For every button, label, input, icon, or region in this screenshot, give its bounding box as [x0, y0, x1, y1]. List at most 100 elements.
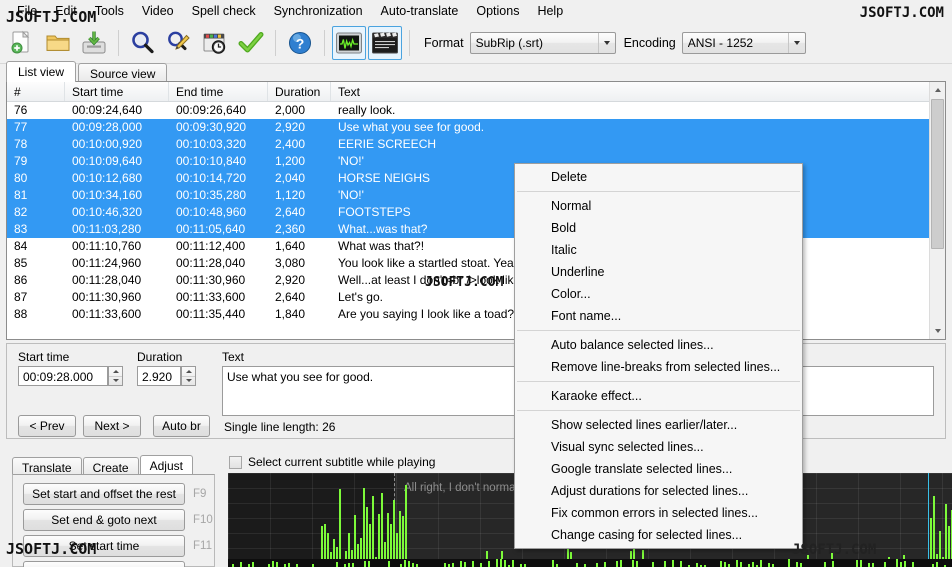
open-folder-icon[interactable] — [41, 26, 75, 60]
duration-input[interactable]: 2.920 — [137, 366, 181, 386]
scrollbar-thumb[interactable] — [931, 99, 944, 249]
cell-start: 00:11:10,760 — [65, 238, 169, 255]
spell-check-icon[interactable] — [234, 26, 268, 60]
context-menu-item[interactable]: Change casing for selected lines... — [515, 524, 802, 546]
table-row[interactable]: 8400:11:10,76000:11:12,4001,640What was … — [7, 238, 945, 255]
context-menu-item[interactable]: Fix common errors in selected lines... — [515, 502, 802, 524]
sync-icon[interactable] — [198, 26, 232, 60]
context-menu-item[interactable]: Google translate selected lines... — [515, 458, 802, 480]
cell-num: 85 — [7, 255, 65, 272]
context-menu-item[interactable]: Show selected lines earlier/later... — [515, 414, 802, 436]
scroll-down-icon[interactable] — [930, 323, 946, 339]
scroll-up-icon[interactable] — [930, 82, 946, 98]
chevron-down-icon[interactable] — [788, 33, 805, 53]
context-menu-item[interactable]: Remove line-breaks from selected lines..… — [515, 356, 802, 378]
table-row[interactable]: 8000:10:12,68000:10:14,7202,040HORSE NEI… — [7, 170, 945, 187]
context-menu-item[interactable]: Italic — [515, 239, 802, 261]
chevron-down-icon[interactable] — [598, 33, 615, 53]
select-current-subtitle-row[interactable]: Select current subtitle while playing — [229, 455, 435, 469]
start-time-input[interactable]: 00:09:28.000 — [18, 366, 108, 386]
table-row[interactable]: 7900:10:09,64000:10:10,8401,200'NO!' — [7, 153, 945, 170]
stepper-down-icon[interactable] — [109, 377, 122, 386]
new-file-icon[interactable] — [5, 26, 39, 60]
grid-vertical-scrollbar[interactable] — [929, 82, 945, 339]
grid-column-header[interactable]: # — [7, 82, 65, 101]
grid-body[interactable]: 7600:09:24,64000:09:26,6402,000really lo… — [7, 102, 945, 323]
stepper-down-icon[interactable] — [182, 377, 195, 386]
menu-synchronization[interactable]: Synchronization — [265, 2, 372, 20]
context-menu-item[interactable]: Karaoke effect... — [515, 385, 802, 407]
table-row[interactable]: 8700:11:30,96000:11:33,6002,640Let's go. — [7, 289, 945, 306]
table-row[interactable]: 7800:10:00,92000:10:03,3202,400EERIE SCR… — [7, 136, 945, 153]
find-icon[interactable] — [126, 26, 160, 60]
table-row[interactable]: 7600:09:24,64000:09:26,6402,000really lo… — [7, 102, 945, 119]
menu-help[interactable]: Help — [528, 2, 572, 20]
table-row[interactable]: 8800:11:33,60000:11:35,4401,840Are you s… — [7, 306, 945, 323]
cell-start: 00:10:34,160 — [65, 187, 169, 204]
menu-spell-check[interactable]: Spell check — [183, 2, 265, 20]
stepper-up-icon[interactable] — [182, 367, 195, 377]
context-menu-item[interactable]: Bold — [515, 217, 802, 239]
context-menu-item[interactable]: Underline — [515, 261, 802, 283]
menu-auto-translate[interactable]: Auto-translate — [372, 2, 468, 20]
action-button-partial[interactable] — [23, 561, 185, 567]
action-button[interactable]: Set start time — [23, 535, 185, 557]
help-icon[interactable]: ? — [283, 26, 317, 60]
waveform-playback-cursor[interactable] — [928, 473, 929, 567]
context-menu-item[interactable]: Auto balance selected lines... — [515, 334, 802, 356]
bottom-tabs: TranslateCreateAdjust — [12, 455, 194, 476]
view-tab-source-view[interactable]: Source view — [78, 63, 167, 82]
action-button[interactable]: Set start and offset the rest — [23, 483, 185, 505]
grid-column-header[interactable]: Text — [331, 82, 945, 101]
context-menu-item[interactable]: Delete — [515, 166, 802, 188]
context-menu-item[interactable]: Visual sync selected lines... — [515, 436, 802, 458]
menu-video[interactable]: Video — [133, 2, 183, 20]
bottom-tab-adjust[interactable]: Adjust — [140, 455, 193, 476]
cell-end: 00:09:26,640 — [169, 102, 268, 119]
waveform-toggle-icon[interactable] — [332, 26, 366, 60]
table-row[interactable]: 8500:11:24,96000:11:28,0403,080You look … — [7, 255, 945, 272]
replace-icon[interactable] — [162, 26, 196, 60]
cell-start: 00:09:28,000 — [65, 119, 169, 136]
subtitle-list-view[interactable]: #Start timeEnd timeDurationText 7600:09:… — [6, 81, 946, 340]
action-button[interactable]: Set end & goto next — [23, 509, 185, 531]
table-row[interactable]: 7700:09:28,00000:09:30,9202,920Use what … — [7, 119, 945, 136]
prev-button[interactable]: < Prev — [18, 415, 76, 437]
context-menu-item[interactable]: Font name... — [515, 305, 802, 327]
cell-dur: 3,080 — [268, 255, 331, 272]
cell-start: 00:10:00,920 — [65, 136, 169, 153]
toolbar-separator-2 — [275, 30, 276, 56]
context-menu-item[interactable]: Color... — [515, 283, 802, 305]
context-menu-item[interactable]: Adjust durations for selected lines... — [515, 480, 802, 502]
menu-file[interactable]: File — [8, 2, 46, 20]
grid-column-header[interactable]: End time — [169, 82, 268, 101]
context-menu[interactable]: DeleteNormalBoldItalicUnderlineColor...F… — [514, 163, 803, 549]
duration-stepper[interactable] — [181, 366, 196, 386]
context-menu-separator — [517, 191, 800, 192]
menu-tools[interactable]: Tools — [86, 2, 133, 20]
video-toggle-icon[interactable] — [368, 26, 402, 60]
next-button[interactable]: Next > — [83, 415, 141, 437]
context-menu-item[interactable]: Normal — [515, 195, 802, 217]
menu-edit[interactable]: Edit — [46, 2, 86, 20]
auto-br-button[interactable]: Auto br — [153, 415, 210, 437]
table-row[interactable]: 8600:11:28,04000:11:30,9602,920Well...at… — [7, 272, 945, 289]
start-time-stepper[interactable] — [108, 366, 123, 386]
subtitle-edit-window: FileEditToolsVideoSpell checkSynchroniza… — [0, 0, 952, 567]
grid-column-header[interactable]: Start time — [65, 82, 169, 101]
save-icon[interactable] — [77, 26, 111, 60]
grid-column-header[interactable]: Duration — [268, 82, 331, 101]
table-row[interactable]: 8200:10:46,32000:10:48,9602,640FOOTSTEPS — [7, 204, 945, 221]
duration-label: Duration — [137, 350, 182, 364]
stepper-up-icon[interactable] — [109, 367, 122, 377]
view-tabs: List viewSource view — [6, 62, 169, 82]
cell-start: 00:11:24,960 — [65, 255, 169, 272]
view-tab-list-view[interactable]: List view — [6, 61, 76, 82]
select-current-subtitle-checkbox[interactable] — [229, 456, 242, 469]
table-row[interactable]: 8300:11:03,28000:11:05,6402,360What...wa… — [7, 221, 945, 238]
cell-num: 83 — [7, 221, 65, 238]
table-row[interactable]: 8100:10:34,16000:10:35,2801,120'NO!' — [7, 187, 945, 204]
encoding-select[interactable]: ANSI - 1252 — [682, 32, 806, 54]
menu-options[interactable]: Options — [467, 2, 528, 20]
format-select[interactable]: SubRip (.srt) — [470, 32, 616, 54]
